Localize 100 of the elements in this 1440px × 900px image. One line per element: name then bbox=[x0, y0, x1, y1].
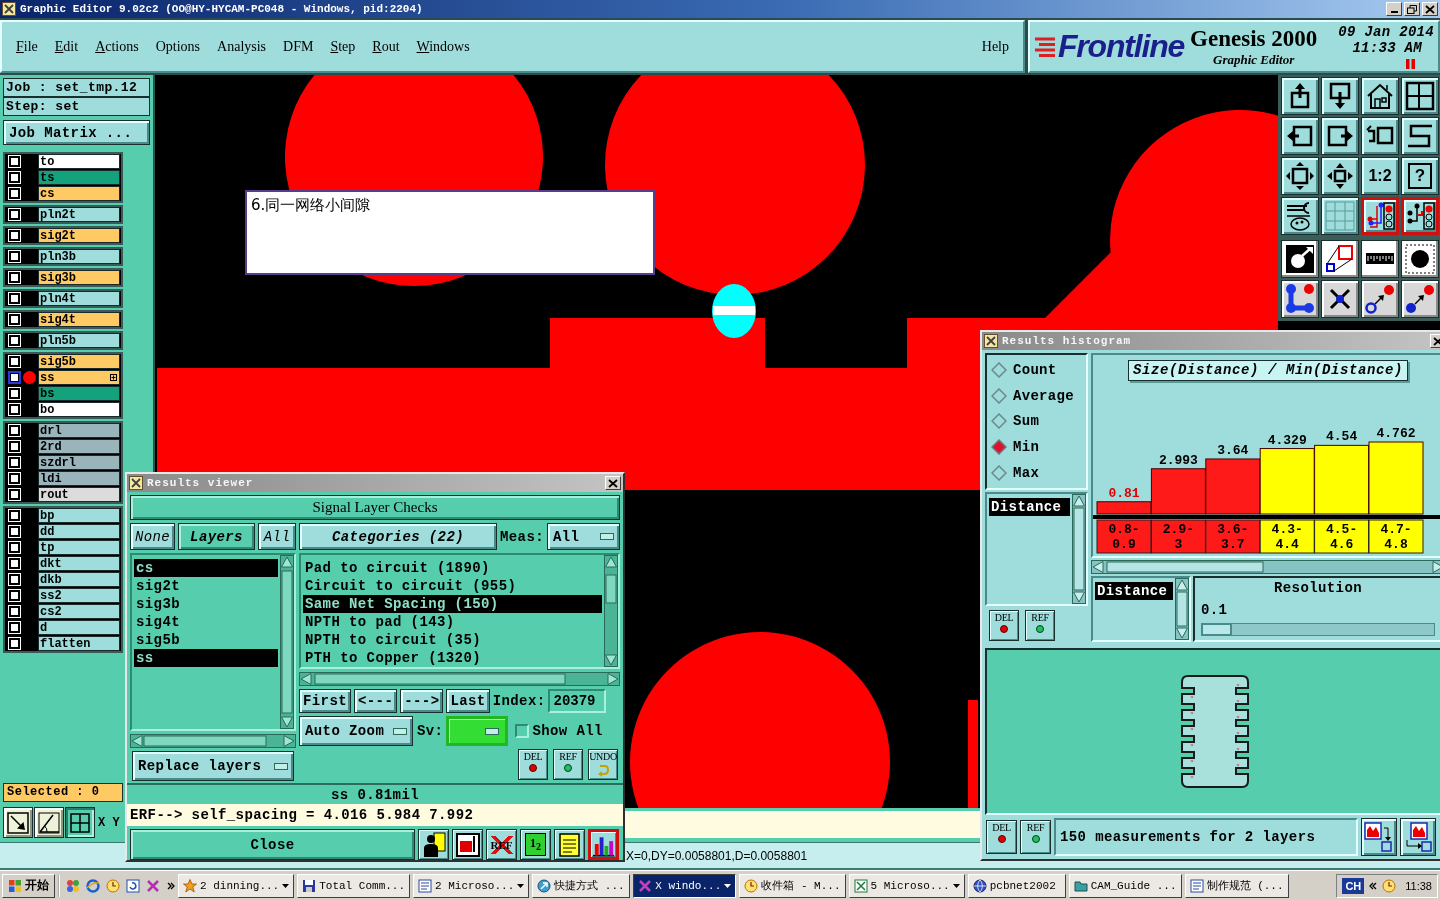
category-list-item[interactable]: NPTH to pad (143) bbox=[303, 613, 602, 631]
layer-name[interactable]: tp bbox=[38, 540, 120, 555]
layer-name[interactable]: d bbox=[38, 620, 120, 635]
menu-item[interactable]: File bbox=[16, 38, 38, 55]
menu-item[interactable]: Help bbox=[981, 38, 1009, 55]
layer-filter-button[interactable]: All bbox=[258, 523, 296, 550]
categories-button[interactable]: Categories (22) bbox=[299, 523, 497, 550]
chart-export-button[interactable] bbox=[1361, 818, 1397, 856]
toolbar-button[interactable] bbox=[1281, 197, 1319, 235]
reference-button[interactable]: REF bbox=[553, 749, 583, 780]
resolution-slider[interactable] bbox=[1201, 623, 1435, 636]
menu-item[interactable]: Actions bbox=[95, 38, 139, 55]
toolbar-button[interactable] bbox=[1321, 157, 1359, 195]
flower-icon[interactable] bbox=[66, 878, 80, 893]
layer-filter-button[interactable]: None bbox=[130, 523, 175, 550]
layer-name[interactable]: ss2 bbox=[38, 588, 120, 603]
toolbar-button[interactable] bbox=[1281, 280, 1319, 318]
toolbar-button[interactable] bbox=[1281, 77, 1319, 115]
toolbar-button[interactable] bbox=[1361, 280, 1399, 318]
layer-list-item[interactable]: cs bbox=[134, 559, 278, 577]
horizontal-scrollbar[interactable] bbox=[299, 672, 620, 686]
taskbar-button[interactable]: 制作规范 (... bbox=[1184, 873, 1289, 898]
layer-name[interactable]: pln4t bbox=[38, 291, 120, 306]
layer-name[interactable]: dd bbox=[38, 524, 120, 539]
meas-dropdown[interactable]: All bbox=[547, 523, 620, 550]
delete-button[interactable]: DEL bbox=[518, 749, 548, 780]
toolbar-button[interactable] bbox=[1401, 280, 1439, 318]
clock-icon[interactable] bbox=[106, 878, 120, 893]
layer-name[interactable]: dkb bbox=[38, 572, 120, 587]
slider-thumb[interactable] bbox=[1202, 624, 1232, 635]
layer-name[interactable]: drl bbox=[38, 423, 120, 438]
menu-item[interactable]: Options bbox=[155, 38, 201, 55]
toolbar-button[interactable] bbox=[1281, 157, 1319, 195]
reference-button[interactable]: REF bbox=[1025, 610, 1055, 641]
toolbar-button[interactable] bbox=[1361, 240, 1399, 278]
layer-name[interactable]: pln5b bbox=[38, 333, 120, 348]
taskbar-button[interactable]: pcbnet2002 bbox=[967, 873, 1066, 898]
layer-list-item[interactable]: ss bbox=[134, 649, 278, 667]
refresh-icon[interactable] bbox=[126, 878, 140, 893]
navigation-button[interactable]: ---> bbox=[400, 689, 444, 713]
menu-item[interactable]: Rout bbox=[372, 38, 400, 55]
toolbar-button[interactable] bbox=[1321, 240, 1359, 278]
tool-button[interactable] bbox=[588, 829, 619, 860]
layer-name[interactable]: cs2 bbox=[38, 604, 120, 619]
menu-item[interactable]: Edit bbox=[54, 38, 79, 55]
taskbar-button[interactable]: 收件箱 - M... bbox=[739, 873, 846, 898]
field-list-item[interactable]: Distance bbox=[989, 498, 1070, 516]
double-chevron-icon[interactable] bbox=[1369, 881, 1378, 890]
taskbar-button[interactable]: CAM_Guide ... bbox=[1068, 873, 1182, 898]
category-list-item[interactable]: Pad to circuit (1890) bbox=[303, 559, 602, 577]
navigation-button[interactable]: First bbox=[299, 689, 351, 713]
delete-button[interactable]: DEL bbox=[989, 610, 1019, 641]
close-button[interactable] bbox=[605, 476, 621, 490]
view-button[interactable] bbox=[34, 807, 64, 838]
toolbar-button[interactable] bbox=[1321, 197, 1359, 235]
radio-button[interactable] bbox=[991, 465, 1007, 482]
layer-name[interactable]: to bbox=[38, 154, 120, 169]
layer-name[interactable]: sig3b bbox=[38, 270, 120, 285]
radio-button[interactable] bbox=[991, 361, 1007, 378]
taskbar-button[interactable]: X windo... bbox=[633, 873, 737, 898]
toolbar-button[interactable] bbox=[1281, 240, 1319, 278]
close-button[interactable]: Close bbox=[130, 829, 415, 860]
group-field-item[interactable]: Distance bbox=[1095, 582, 1173, 600]
navigation-button[interactable]: <--- bbox=[354, 689, 398, 713]
toolbar-button[interactable] bbox=[1401, 240, 1439, 278]
delete-button[interactable]: DEL bbox=[986, 820, 1017, 854]
menu-item[interactable]: Step bbox=[330, 38, 356, 55]
taskbar-button[interactable]: 2 Microso... bbox=[413, 873, 530, 898]
toolbar-button[interactable] bbox=[1321, 280, 1359, 318]
taskbar-button[interactable]: 5 Microso... bbox=[848, 873, 965, 898]
show-all-checkbox[interactable] bbox=[515, 724, 530, 738]
taskbar-button[interactable]: 2 dinning... bbox=[178, 873, 295, 898]
layer-name[interactable]: rout bbox=[38, 487, 120, 502]
toolbar-button[interactable] bbox=[1401, 117, 1439, 155]
toolbar-button[interactable] bbox=[1361, 197, 1399, 235]
taskbar-button[interactable]: Total Comm... bbox=[297, 873, 411, 898]
layers-header-button[interactable]: Layers bbox=[178, 523, 255, 550]
toolbar-text-button[interactable]: 1:2 bbox=[1361, 157, 1399, 195]
layer-name[interactable]: sig2t bbox=[38, 228, 120, 243]
tool-button[interactable] bbox=[554, 829, 585, 860]
layer-mode-dropdown[interactable]: Replace layers bbox=[132, 751, 294, 781]
toolbar-button[interactable] bbox=[1281, 117, 1319, 155]
reference-button[interactable]: REF bbox=[1020, 820, 1051, 854]
undo-button[interactable]: UNDO bbox=[588, 749, 618, 780]
layer-list-item[interactable]: sig3b bbox=[134, 595, 278, 613]
close-button[interactable] bbox=[1422, 2, 1438, 16]
radio-button[interactable] bbox=[991, 413, 1007, 430]
layer-name[interactable]: ts bbox=[38, 170, 120, 185]
menu-item[interactable]: Windows bbox=[416, 38, 470, 55]
layer-name[interactable]: flatten bbox=[38, 636, 120, 651]
layer-list-item[interactable]: sig5b bbox=[134, 631, 278, 649]
menu-item[interactable]: Analysis bbox=[217, 38, 267, 55]
category-list-item[interactable]: NPTH to circuit (35) bbox=[303, 631, 602, 649]
toolbar-button[interactable] bbox=[1361, 117, 1399, 155]
category-list-item[interactable]: Circuit to circuit (955) bbox=[303, 577, 602, 595]
job-matrix-button[interactable]: Job Matrix ... bbox=[3, 120, 150, 145]
toolbar-button[interactable] bbox=[1401, 197, 1439, 235]
layer-name[interactable]: sig4t bbox=[38, 312, 120, 327]
navigation-button[interactable]: Last bbox=[446, 689, 490, 713]
tool-button[interactable] bbox=[452, 829, 483, 860]
